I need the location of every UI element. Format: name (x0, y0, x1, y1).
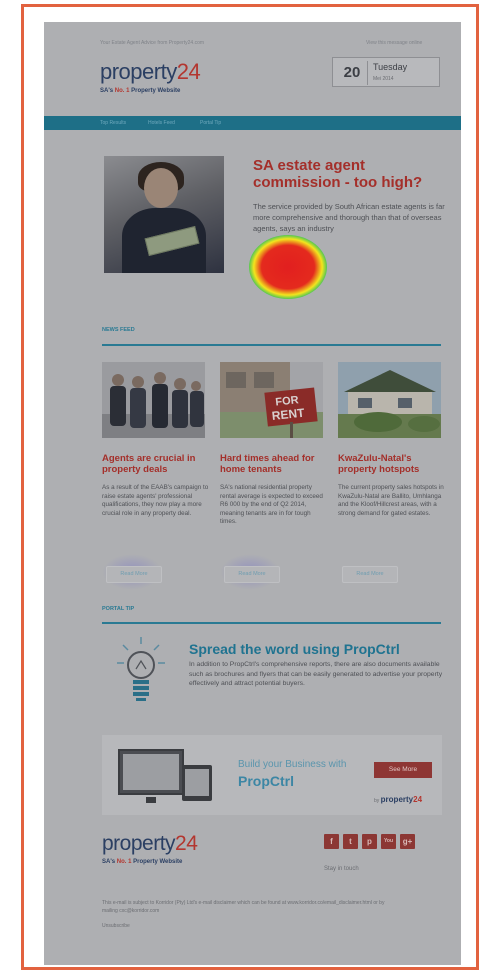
propctrl-banner[interactable]: Build your Business with PropCtrl See Mo… (102, 735, 442, 815)
hero-title[interactable]: SA estate agent commission - too high? (253, 157, 453, 191)
portal-tip-divider (102, 622, 441, 624)
hero-person-face (144, 168, 178, 208)
property24-logo[interactable]: property24 (100, 59, 201, 85)
hero-text: The service provided by South African es… (253, 202, 445, 233)
tagline-num: No. 1 (114, 88, 130, 94)
tagline-post: Property Website (129, 88, 181, 94)
tablet-screen (185, 769, 209, 796)
logo-num: 24 (176, 59, 201, 84)
article-2-read-more-button[interactable]: Read More (224, 566, 280, 583)
monitor-screen (123, 754, 179, 790)
footer-logo-num: 24 (175, 832, 198, 855)
footer-disclaimer: This e-mail is subject to Korridor (Pty)… (102, 900, 385, 914)
screenshot-frame: Your Estate Agent Advice from Property24… (21, 4, 479, 970)
date-separator (367, 61, 368, 85)
hero-image[interactable] (104, 156, 224, 273)
footer-tagline-post: Property Website (131, 859, 183, 865)
monitor-illustration (118, 749, 184, 795)
tablet-illustration (182, 765, 212, 801)
nav-item-portal-tip[interactable]: Portal Tip (200, 120, 221, 126)
banner-by: by (374, 798, 380, 804)
banner-line-2: PropCtrl (238, 773, 294, 789)
banner-brand-num: 24 (413, 795, 423, 804)
article-3-image[interactable] (338, 362, 441, 438)
article-1-read-more-button[interactable]: Read More (106, 566, 162, 583)
logo-word: property (100, 59, 177, 84)
article-3-text: The current property sales hotspots in K… (338, 484, 444, 517)
stay-in-touch-text: Stay in touch (324, 866, 359, 872)
youtube-icon[interactable]: You (381, 834, 396, 849)
article-3-title[interactable]: KwaZulu-Natal's property hotspots (338, 453, 446, 475)
banner-line-1: Build your Business with (238, 759, 347, 770)
footer-tagline-num: No. 1 (116, 859, 132, 865)
google-plus-icon[interactable]: g+ (400, 834, 415, 849)
article-1-title[interactable]: Agents are crucial in property deals (102, 453, 210, 475)
article-1-text: As a result of the EAAB's campaign to ra… (102, 484, 209, 517)
footer-logo-word: property (102, 832, 176, 855)
article-2-text: SA's national residential property renta… (220, 484, 323, 526)
footer-tagline-pre: SA's (102, 859, 117, 865)
nav-bar: Top Results Hotels Feed Portal Tip (44, 116, 461, 130)
date-day: 20 (343, 64, 361, 81)
article-2-image[interactable]: FOR RENT (220, 362, 323, 438)
article-1-image[interactable] (102, 362, 205, 438)
portal-tip-title[interactable]: Spread the word using PropCtrl (189, 641, 449, 657)
click-heatmap-blob (249, 235, 327, 299)
for-rent-house-illustration: FOR RENT (220, 362, 323, 438)
banner-brand-logo: property24 (381, 795, 422, 804)
date-month-year: Mei 2014 (373, 76, 394, 82)
portal-tip-text: In addition to PropCtrl's comprehensive … (189, 661, 443, 687)
unsubscribe-link[interactable]: Unsubscribe (102, 923, 130, 929)
banner-brand: by property24 (374, 795, 422, 804)
article-2-title[interactable]: Hard times ahead for home tenants (220, 453, 328, 475)
news-feed-label: NEWS FEED (102, 327, 135, 333)
news-feed-divider (102, 344, 441, 346)
date-weekday: Tuesday (373, 62, 408, 72)
lightbulb-icon (116, 635, 166, 705)
pinterest-icon[interactable]: p (362, 834, 377, 849)
nav-item-top-results[interactable]: Top Results (100, 120, 126, 126)
email-body: Your Estate Agent Advice from Property24… (44, 22, 461, 965)
article-3-read-more-button[interactable]: Read More (342, 566, 398, 583)
header-left-note: Your Estate Agent Advice from Property24… (100, 40, 205, 46)
see-more-button[interactable]: See More (374, 762, 432, 778)
view-online-link[interactable]: View this message online (366, 40, 422, 46)
business-people-illustration (102, 362, 205, 438)
facebook-icon[interactable]: f (324, 834, 339, 849)
footer-tagline: SA's No. 1 Property Website (102, 859, 182, 865)
tagline-pre: SA's (100, 88, 115, 94)
footer-property24-logo[interactable]: property24 (102, 832, 198, 856)
date-box: 20 Tuesday Mei 2014 (332, 57, 440, 87)
monitor-stand (146, 797, 156, 803)
twitter-icon[interactable]: t (343, 834, 358, 849)
logo-tagline: SA's No. 1 Property Website (100, 88, 180, 94)
banner-brand-word: property (380, 795, 414, 804)
house-garden-illustration (338, 362, 441, 438)
portal-tip-label: PORTAL TIP (102, 606, 135, 612)
nav-item-hotels-feed[interactable]: Hotels Feed (148, 120, 175, 126)
